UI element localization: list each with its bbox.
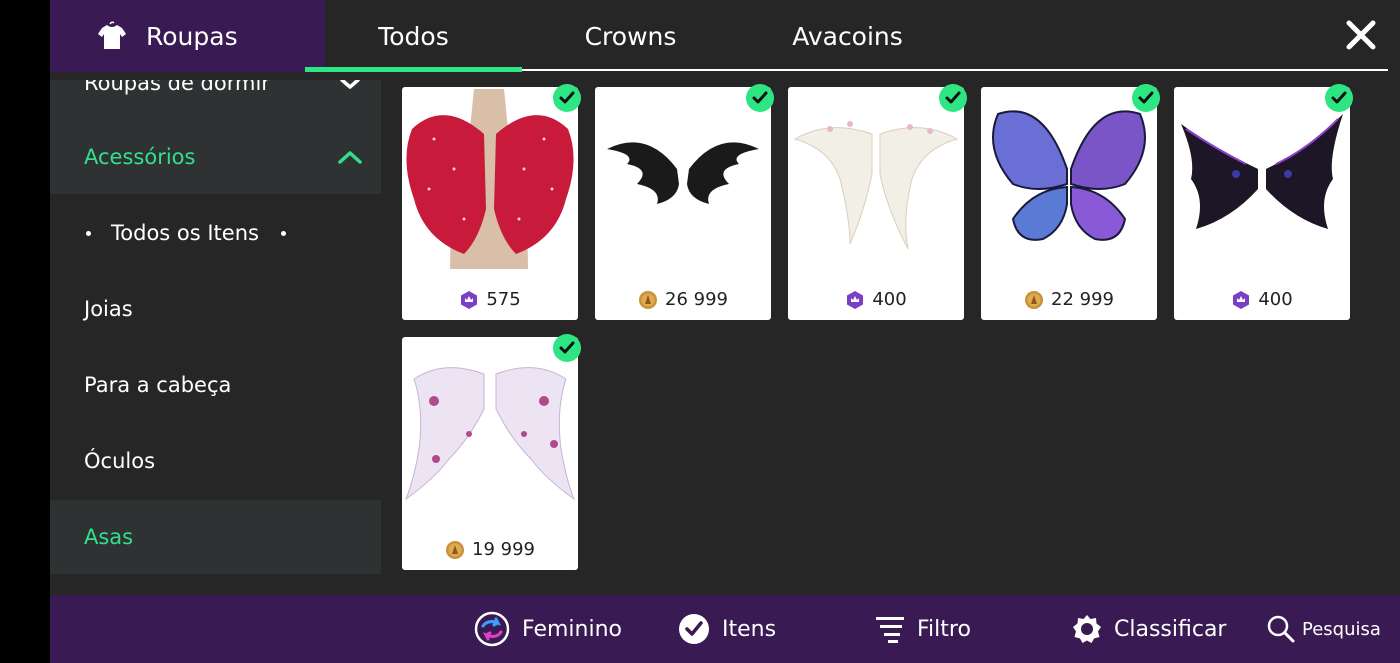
tab-label: Crowns [584,21,677,51]
crown-currency-icon [1233,290,1250,309]
crown-currency-icon [847,290,864,309]
sort-badge-icon [1073,615,1101,643]
sidebar-item-next[interactable] [50,576,381,594]
shirt-icon [96,20,128,52]
gender-toggle-button[interactable]: Feminino [474,595,622,663]
avacoin-icon [639,290,657,309]
owned-check-icon [939,84,967,112]
tab-label: Avacoins [792,21,903,51]
bullet-icon [86,230,91,236]
sidebar-item-label: Para a cabeça [84,373,232,397]
close-icon[interactable] [1344,18,1378,52]
sort-button[interactable]: Classificar [1072,595,1226,663]
sidebar-item-label: Joias [84,297,133,321]
filter-button[interactable]: Filtro [875,595,971,663]
header: Roupas Todos Crowns Avacoins [50,0,1400,72]
avacoin-icon [1025,290,1043,309]
butterfly-wings-image [983,89,1155,269]
sidebar-item-label: Asas [84,525,134,549]
owned-check-icon [1325,84,1353,112]
price: 22 999 [981,289,1157,310]
price-value: 22 999 [1051,289,1114,310]
sidebar-item-label: Óculos [84,449,156,473]
lilac-rose-wings-image [404,339,576,519]
wardrobe-screen: Roupas Todos Crowns Avacoins Roupas de d… [50,0,1400,663]
button-label: Classificar [1114,616,1227,642]
sidebar-item-label: Todos os Itens [111,221,259,245]
tab-bar: Todos Crowns Avacoins [305,0,956,72]
items-button[interactable]: Itens [678,595,776,663]
tab-label: Todos [378,21,449,51]
gender-swap-icon [474,611,510,647]
price: 19 999 [402,539,578,560]
sidebar-item-todos-os-itens[interactable]: Todos os Itens [50,196,381,270]
owned-check-icon [746,84,774,112]
item-card[interactable]: 400 [1174,84,1353,320]
search-icon [1267,615,1295,643]
red-wings-image [404,89,576,269]
sidebar-item-para-a-cabeca[interactable]: Para a cabeça [50,348,381,422]
tab-todos[interactable]: Todos [305,0,522,72]
bottom-toolbar: Feminino Itens Filtro Classificar Pesqui… [50,595,1400,663]
price: 400 [788,289,964,310]
price-value: 19 999 [472,539,535,560]
price-value: 400 [872,289,907,310]
item-card[interactable]: 575 [402,84,581,320]
owned-check-icon [1132,84,1160,112]
sidebar-item-label: Roupas de dormir [84,80,270,95]
chevron-down-icon [340,80,360,89]
sidebar-item-roupas-de-dormir[interactable]: Roupas de dormir [50,80,381,120]
bullet-icon [280,230,286,236]
sidebar-item-acessorios[interactable]: Acessórios [50,120,381,194]
filter-icon [876,617,904,643]
button-label: Pesquisa [1302,618,1381,640]
crown-currency-icon [461,290,478,309]
sidebar-item-joias[interactable]: Joias [50,272,381,346]
search-button[interactable]: Pesquisa [1266,595,1381,663]
button-label: Itens [722,616,777,642]
check-circle-icon [679,614,709,644]
price-value: 575 [486,289,521,310]
owned-check-icon [553,84,581,112]
sidebar-item-label: Acessórios [84,145,196,169]
item-card[interactable]: 22 999 [981,84,1160,320]
dark-purple-wings-image [1176,89,1348,269]
item-card[interactable]: 400 [788,84,967,320]
price: 26 999 [595,289,771,310]
button-label: Feminino [522,616,622,642]
tab-avacoins[interactable]: Avacoins [739,0,956,72]
owned-check-icon [553,334,581,362]
section-title: Roupas [146,21,238,51]
chevron-up-icon [338,151,362,164]
button-label: Filtro [917,616,971,642]
item-grid: 575 26 999 400 22 999 400 19 999 [402,84,1362,587]
item-card[interactable]: 19 999 [402,334,581,570]
black-wings-image [597,89,769,269]
white-flower-wings-image [790,89,962,269]
price-value: 400 [1258,289,1293,310]
divider [522,69,1388,71]
sidebar-item-asas[interactable]: Asas [50,500,381,574]
price: 400 [1174,289,1350,310]
category-sidebar: Roupas de dormir Acessórios Todos os Ite… [50,80,381,594]
avacoin-icon [446,540,464,559]
item-card[interactable]: 26 999 [595,84,774,320]
sidebar-item-oculos[interactable]: Óculos [50,424,381,498]
section-tab-roupas[interactable]: Roupas [50,0,325,72]
tab-crowns[interactable]: Crowns [522,0,739,72]
price-value: 26 999 [665,289,728,310]
price: 575 [402,289,578,310]
